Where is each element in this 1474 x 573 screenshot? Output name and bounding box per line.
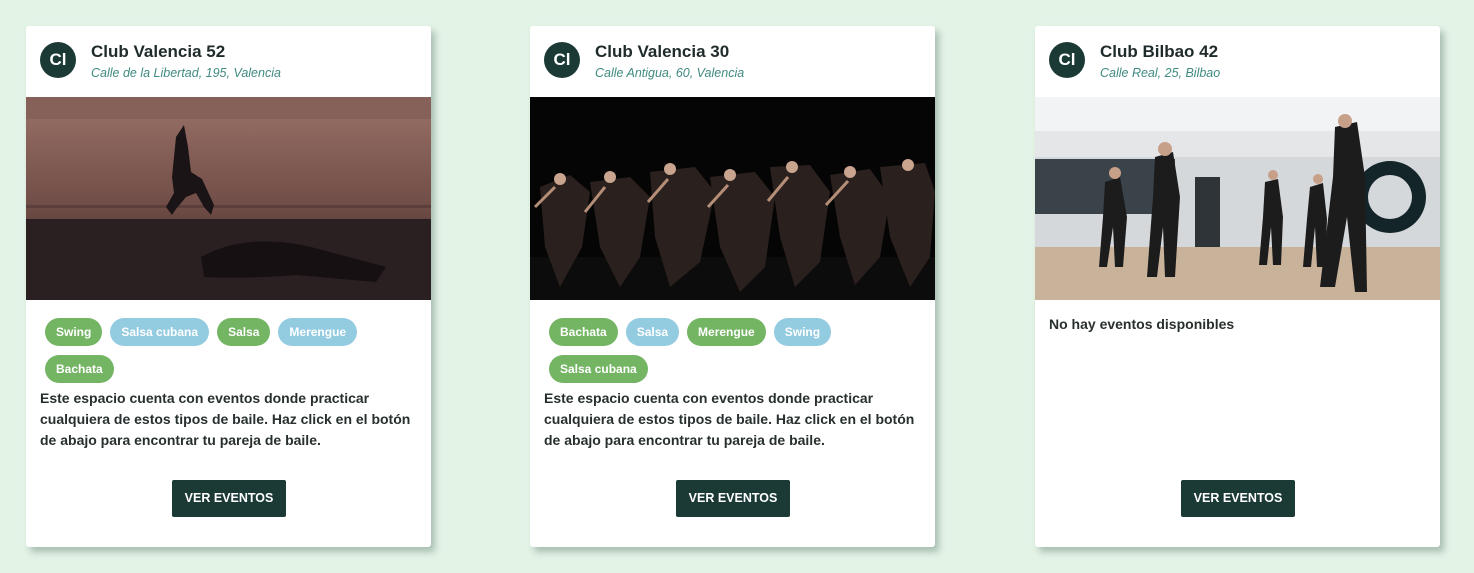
club-title: Club Valencia 30 bbox=[595, 42, 730, 61]
tag: Merengue bbox=[687, 318, 766, 346]
ver-eventos-button[interactable]: VER EVENTOS bbox=[1181, 480, 1295, 517]
card-header: Cl Club Bilbao 42 Calle Real, 25, Bilbao bbox=[1035, 26, 1440, 97]
tag: Bachata bbox=[549, 318, 618, 346]
tag: Merengue bbox=[278, 318, 358, 346]
tag: Salsa bbox=[625, 318, 680, 346]
dance-tags: Swing Salsa cubana Salsa Merengue Bachat… bbox=[45, 318, 415, 383]
club-photo bbox=[26, 97, 431, 300]
ver-eventos-button[interactable]: VER EVENTOS bbox=[676, 480, 790, 517]
club-address: Calle de la Libertad, 195, Valencia bbox=[91, 66, 281, 80]
club-card: Cl Club Bilbao 42 Calle Real, 25, Bilbao bbox=[1035, 26, 1440, 547]
avatar: Cl bbox=[40, 42, 76, 78]
card-description: Este espacio cuenta con eventos donde pr… bbox=[544, 390, 915, 448]
tag: Salsa bbox=[217, 318, 271, 346]
club-photo bbox=[1035, 97, 1440, 300]
card-header: Cl Club Valencia 52 Calle de la Libertad… bbox=[26, 26, 431, 97]
no-events-message: No hay eventos disponibles bbox=[1049, 316, 1235, 332]
card-header: Cl Club Valencia 30 Calle Antigua, 60, V… bbox=[530, 26, 935, 97]
club-address: Calle Real, 25, Bilbao bbox=[1100, 66, 1221, 80]
dance-tags: Bachata Salsa Merengue Swing Salsa cuban… bbox=[549, 318, 919, 383]
dance-studio-class-photo bbox=[1035, 97, 1440, 300]
avatar: Cl bbox=[544, 42, 580, 78]
club-address: Calle Antigua, 60, Valencia bbox=[595, 66, 745, 80]
club-card: Cl Club Valencia 52 Calle de la Libertad… bbox=[26, 26, 431, 547]
tag: Swing bbox=[45, 318, 103, 346]
tag: Salsa cubana bbox=[549, 355, 648, 383]
club-photo bbox=[530, 97, 935, 300]
card-description: Este espacio cuenta con eventos donde pr… bbox=[40, 390, 411, 448]
avatar: Cl bbox=[1049, 42, 1085, 78]
tag: Swing bbox=[773, 318, 832, 346]
club-title: Club Bilbao 42 bbox=[1100, 42, 1219, 61]
dancer-ballet-photo bbox=[26, 97, 431, 300]
club-card: Cl Club Valencia 30 Calle Antigua, 60, V… bbox=[530, 26, 935, 547]
tag: Salsa cubana bbox=[110, 318, 210, 346]
ver-eventos-button[interactable]: VER EVENTOS bbox=[172, 480, 286, 517]
tag: Bachata bbox=[45, 355, 114, 383]
dance-troupe-stage-photo bbox=[530, 97, 935, 300]
club-title: Club Valencia 52 bbox=[91, 42, 226, 61]
